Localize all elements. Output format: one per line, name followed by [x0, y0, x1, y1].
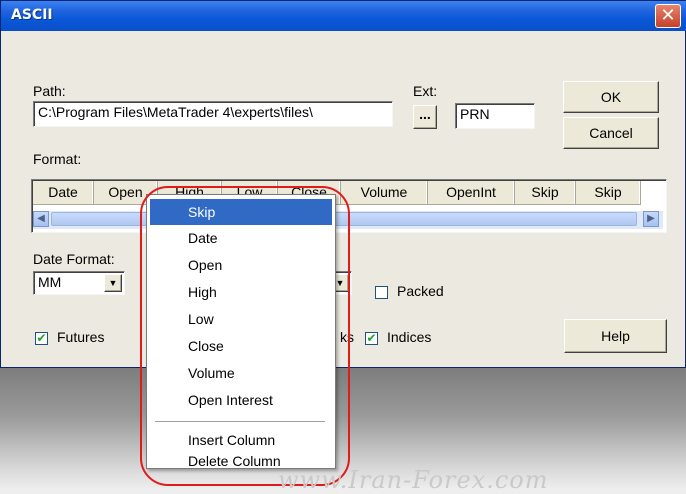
column-header[interactable]: Volume — [341, 181, 428, 204]
ext-field[interactable]: PRN — [455, 103, 535, 129]
red-highlight-outline — [140, 186, 350, 486]
window-title: ASCII — [11, 7, 53, 23]
date-format-label: Date Format: — [33, 251, 115, 267]
indices-label: Indices — [387, 329, 432, 345]
column-header[interactable]: Skip — [515, 181, 576, 204]
path-value: C:\Program Files\MetaTrader 4\experts\fi… — [38, 104, 313, 120]
format-label: Format: — [33, 151, 82, 167]
column-header[interactable]: OpenInt — [428, 181, 515, 204]
watermark: www.Iran-Forex.com — [278, 466, 549, 494]
ext-value: PRN — [460, 106, 490, 122]
close-icon[interactable]: ✕ — [655, 4, 681, 28]
browse-button[interactable]: ... — [413, 105, 437, 129]
packed-checkbox[interactable] — [375, 286, 388, 299]
column-header[interactable]: Date — [33, 181, 94, 204]
indices-checkbox[interactable]: ✔ — [365, 332, 378, 345]
column-header[interactable]: Skip — [576, 181, 641, 204]
scroll-left-icon[interactable]: ◀ — [33, 211, 49, 227]
scroll-right-icon[interactable]: ▶ — [643, 211, 659, 227]
packed-label: Packed — [397, 283, 444, 299]
date-format-select-1[interactable]: MM ▼ — [33, 271, 125, 295]
title-bar[interactable]: ASCII ✕ — [1, 1, 686, 31]
path-field[interactable]: C:\Program Files\MetaTrader 4\experts\fi… — [33, 101, 393, 127]
ok-button[interactable]: OK — [563, 81, 659, 113]
path-label: Path: — [33, 83, 66, 99]
help-button[interactable]: Help — [564, 319, 667, 353]
ext-label: Ext: — [413, 83, 438, 99]
futures-label: Futures — [57, 329, 105, 345]
cancel-button[interactable]: Cancel — [563, 117, 659, 149]
futures-checkbox[interactable]: ✔ — [35, 332, 48, 345]
chevron-down-icon[interactable]: ▼ — [104, 274, 122, 292]
